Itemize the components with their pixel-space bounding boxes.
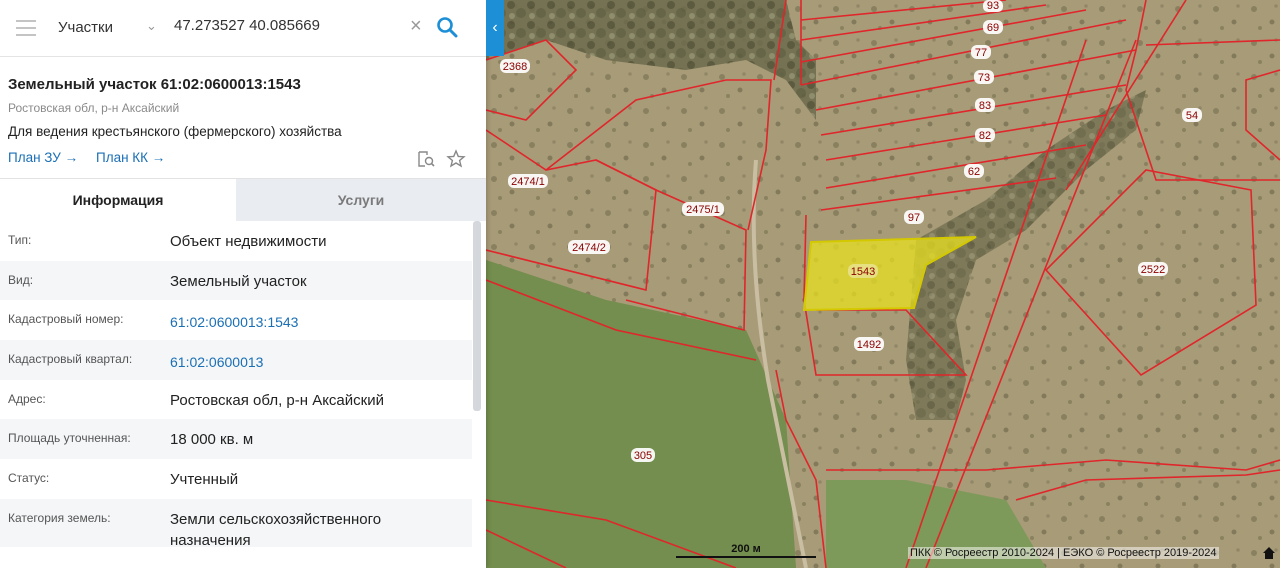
parcel-label[interactable]: 97 — [904, 210, 924, 224]
svg-text:2474/2: 2474/2 — [572, 242, 606, 254]
parcel-label[interactable]: 1543 — [848, 264, 878, 278]
info-key: Статус: — [8, 471, 50, 486]
home-icon[interactable] — [1262, 546, 1276, 560]
parcel-label[interactable]: 2368 — [500, 59, 530, 73]
info-row: Категория земель: Земли сельскохозяйстве… — [0, 498, 472, 549]
parcel-label[interactable]: 1492 — [854, 337, 884, 351]
info-panel: Участки ⌄ × Земельный участок 61:02:0600… — [0, 0, 486, 568]
parcel-label[interactable]: 2475/1 — [682, 202, 724, 216]
svg-text:2475/1: 2475/1 — [686, 204, 720, 216]
info-row: Статус: Учтенный — [0, 459, 472, 499]
svg-text:305: 305 — [634, 450, 652, 462]
info-row: Кадастровый номер: 61:02:0600013:1543 — [0, 300, 472, 340]
info-value: Земли сельскохозяйственного назначения — [170, 510, 382, 549]
info-row: Площадь уточненная: 18 000 кв. м — [0, 419, 472, 460]
info-key: Категория земель: — [8, 510, 111, 525]
parcel-label[interactable]: 93 — [983, 0, 1003, 12]
info-row: Адрес: Ростовская обл, р-н Аксайский — [0, 380, 472, 420]
info-key: Адрес: — [8, 391, 46, 406]
parcel-label[interactable]: 2474/2 — [568, 240, 610, 254]
plan-kk-link[interactable]: План КК → — [96, 150, 165, 165]
info-key: Кадастровый квартал: — [8, 352, 133, 367]
object-title: Земельный участок 61:02:0600013:1543 — [8, 76, 301, 93]
scrollbar[interactable] — [473, 221, 481, 411]
tab-information[interactable]: Информация — [0, 179, 236, 221]
object-address: Ростовская обл, р-н Аксайский — [8, 101, 180, 115]
map-view[interactable]: 93 69 77 73 83 82 62 97 54 2368 2474/1 2… — [486, 0, 1280, 568]
map-attribution: ПКК © Росреестр 2010-2024 | ЕЭКО © Росре… — [908, 547, 1219, 559]
parcel-label[interactable]: 54 — [1182, 108, 1202, 122]
parcel-label[interactable]: 305 — [631, 448, 655, 462]
tab-services[interactable]: Услуги — [236, 179, 486, 221]
parcel-label[interactable]: 62 — [964, 164, 984, 178]
info-key: Площадь уточненная: — [8, 431, 131, 446]
scale-bar: 200 м — [676, 543, 816, 558]
document-search-icon[interactable] — [416, 149, 436, 169]
info-value: Земельный участок — [170, 272, 307, 290]
parcel-label[interactable]: 82 — [975, 128, 995, 142]
svg-text:93: 93 — [987, 0, 999, 12]
svg-text:77: 77 — [975, 47, 987, 59]
clear-icon[interactable]: × — [410, 16, 422, 36]
info-value: 18 000 кв. м — [170, 431, 254, 449]
object-purpose: Для ведения крестьянского (фермерского) … — [8, 124, 342, 139]
parcel-label[interactable]: 73 — [974, 70, 994, 84]
info-key: Кадастровый номер: — [8, 312, 124, 327]
info-row: Вид: Земельный участок — [0, 260, 472, 301]
parcel-label[interactable]: 2474/1 — [508, 174, 548, 188]
svg-text:2474/1: 2474/1 — [511, 176, 545, 188]
cadastral-number-link[interactable]: 61:02:0600013:1543 — [170, 312, 460, 333]
svg-text:69: 69 — [987, 22, 999, 34]
svg-text:2522: 2522 — [1141, 264, 1165, 276]
collapse-panel-button[interactable]: ‹ — [486, 0, 504, 56]
chevron-down-icon[interactable]: ⌄ — [146, 18, 157, 34]
svg-text:1543: 1543 — [851, 266, 875, 278]
svg-text:62: 62 — [968, 166, 980, 178]
svg-text:2368: 2368 — [503, 61, 527, 73]
plan-zu-link[interactable]: План ЗУ → — [8, 150, 78, 165]
scale-line — [676, 556, 816, 558]
info-key: Тип: — [8, 233, 32, 247]
parcel-label[interactable]: 69 — [983, 20, 1003, 34]
svg-text:83: 83 — [979, 100, 991, 112]
tab-bar: Информация Услуги — [0, 178, 486, 221]
parcel-label[interactable]: 2522 — [1138, 262, 1168, 276]
chevron-left-icon: ‹ — [492, 19, 498, 36]
parcel-labels-layer: 93 69 77 73 83 82 62 97 54 2368 2474/1 2… — [500, 0, 1202, 462]
search-input[interactable] — [174, 17, 404, 34]
svg-text:73: 73 — [978, 72, 990, 84]
info-row: Тип: Объект недвижимости — [0, 221, 472, 261]
star-icon[interactable] — [446, 149, 466, 169]
info-key: Вид: — [8, 272, 34, 287]
svg-text:54: 54 — [1186, 110, 1198, 122]
info-value: Ростовская обл, р-н Аксайский — [170, 391, 384, 409]
svg-text:1492: 1492 — [857, 339, 881, 351]
parcel-label[interactable]: 77 — [971, 45, 991, 59]
scale-label: 200 м — [731, 543, 761, 555]
layer-select[interactable]: Участки — [58, 19, 113, 36]
info-value: Учтенный — [170, 471, 239, 489]
search-icon[interactable] — [436, 16, 458, 38]
info-row: Кадастровый квартал: 61:02:0600013 — [0, 340, 472, 380]
cadastral-quarter-link[interactable]: 61:02:0600013 — [170, 352, 460, 373]
svg-text:82: 82 — [979, 130, 991, 142]
info-table: Тип: Объект недвижимости Вид: Земельный … — [0, 221, 472, 549]
menu-icon[interactable] — [16, 20, 36, 36]
svg-text:97: 97 — [908, 212, 920, 224]
search-bar: Участки ⌄ × — [0, 0, 486, 57]
info-value: Объект недвижимости — [170, 233, 327, 250]
parcel-label[interactable]: 83 — [975, 98, 995, 112]
